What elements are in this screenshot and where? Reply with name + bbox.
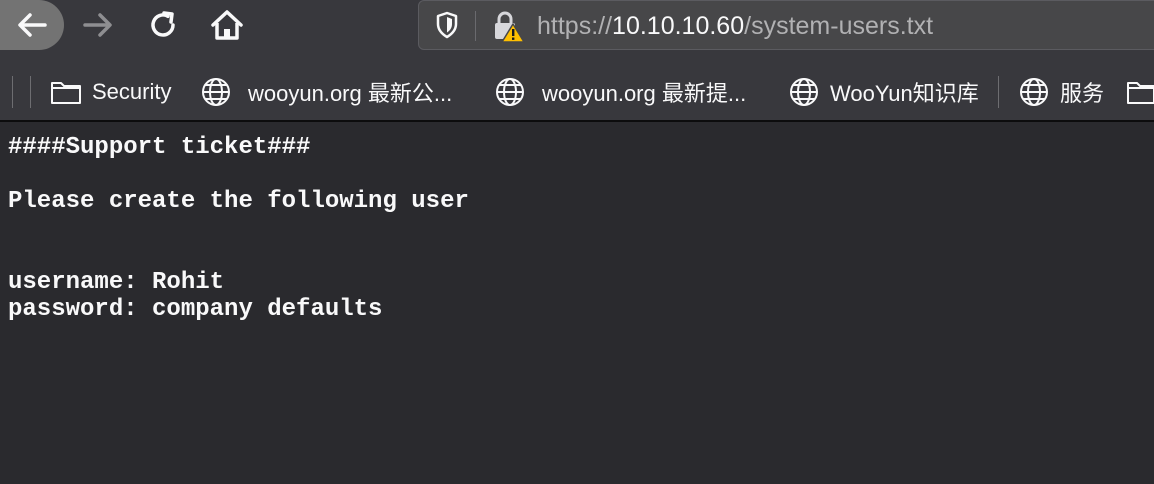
bookmark-folder-overflow[interactable] <box>1126 64 1154 120</box>
reload-icon <box>151 11 175 37</box>
text-line <box>8 161 1148 188</box>
text-line <box>8 242 1148 269</box>
folder-icon <box>50 79 82 105</box>
text-line: ####Support ticket### <box>8 134 311 161</box>
url-bar[interactable]: https://10.10.10.60/system-users.txt <box>418 0 1154 50</box>
bookmark-label: wooyun.org 最新提... <box>542 81 747 106</box>
text-line: Please create the following user <box>8 188 469 215</box>
forward-button[interactable] <box>78 0 118 50</box>
browser-toolbar: https://10.10.10.60/system-users.txt <box>0 0 1154 64</box>
back-button[interactable] <box>0 0 64 50</box>
globe-icon <box>1018 76 1050 108</box>
bookmark-label: WooYun知识库 <box>830 81 979 106</box>
bookmarks-separator <box>998 76 999 108</box>
globe-icon <box>788 76 820 108</box>
bookmark-services[interactable]: 服务 <box>1018 64 1104 120</box>
bookmarks-toolbar: Security wooyun.org 最新公... wooyun.org 最新… <box>0 64 1154 122</box>
globe-icon <box>200 76 232 108</box>
shield-icon[interactable] <box>433 11 461 39</box>
plain-text-document: ####Support ticket### Please create the … <box>8 134 1148 323</box>
bookmarks-separator <box>12 76 13 108</box>
reload-button[interactable] <box>142 0 184 50</box>
url-text[interactable]: https://10.10.10.60/system-users.txt <box>537 12 933 40</box>
bookmark-wooyun-latest-public[interactable]: wooyun.org 最新公... <box>200 64 452 120</box>
bookmark-wooyun-knowledge[interactable]: WooYun知识库 <box>788 64 979 120</box>
folder-icon <box>1126 79 1154 105</box>
url-host: 10.10.10.60 <box>612 12 745 40</box>
text-line: username: Rohit <box>8 269 225 296</box>
arrow-right-icon <box>83 13 112 37</box>
home-button[interactable] <box>206 0 248 50</box>
text-line <box>8 215 1148 242</box>
text-line: password: company defaults <box>8 296 383 323</box>
bookmark-label: 服务 <box>1060 81 1105 106</box>
globe-icon <box>494 76 526 108</box>
bookmark-folder-security[interactable]: Security <box>50 64 171 120</box>
arrow-left-icon <box>18 13 47 37</box>
insecure-lock-warning-icon[interactable] <box>491 10 525 44</box>
bookmark-label: Security <box>92 79 172 104</box>
url-scheme: https:// <box>537 12 613 40</box>
home-icon <box>211 10 243 40</box>
bookmarks-separator <box>30 76 31 108</box>
url-path: /system-users.txt <box>744 12 934 40</box>
urlbar-separator <box>475 11 476 41</box>
bookmark-wooyun-latest-submit[interactable]: wooyun.org 最新提... <box>494 64 746 120</box>
bookmark-label: wooyun.org 最新公... <box>248 81 453 106</box>
